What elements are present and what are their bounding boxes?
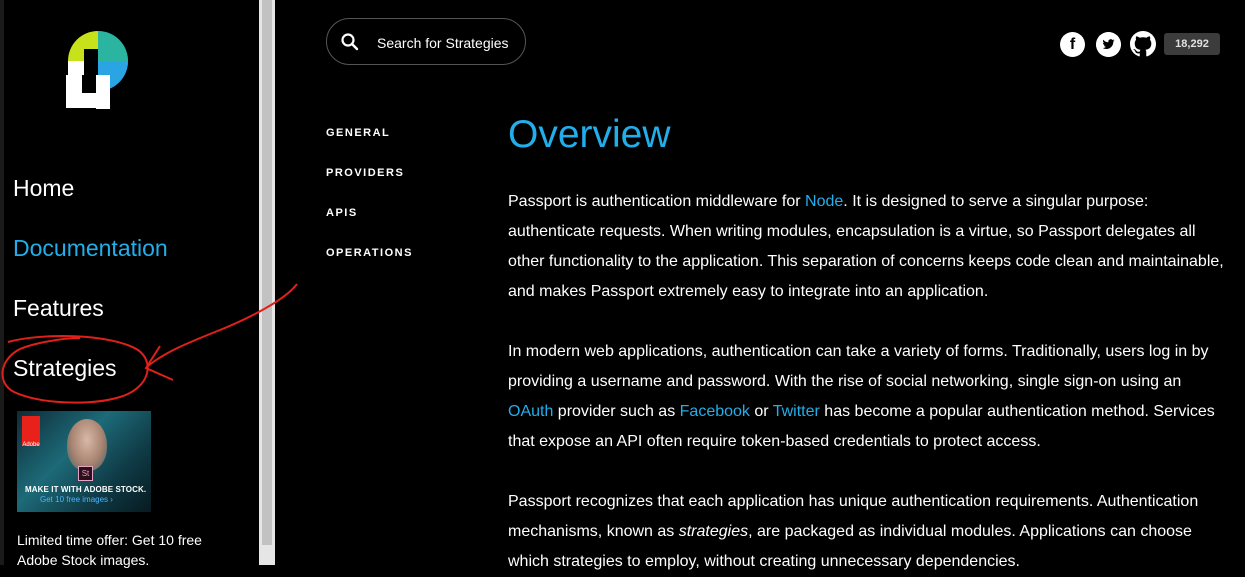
nav-item-strategies[interactable]: Strategies — [13, 355, 117, 382]
page-title: Overview — [508, 113, 671, 156]
facebook-icon[interactable]: f — [1060, 32, 1085, 57]
toc-general[interactable]: GENERAL — [326, 127, 390, 139]
adobe-stock-ad[interactable]: Adobe St MAKE IT WITH ADOBE STOCK. Get 1… — [17, 411, 151, 512]
toc-providers[interactable]: PROVIDERS — [326, 167, 404, 179]
toc-apis[interactable]: APIS — [326, 207, 358, 219]
nav-item-home[interactable]: Home — [13, 175, 74, 202]
ad-cta[interactable]: Get 10 free images › — [40, 495, 113, 504]
github-icon[interactable] — [1130, 31, 1156, 57]
p2-text-c: or — [749, 403, 773, 420]
sidebar-scrollbar[interactable] — [259, 0, 275, 565]
search-icon — [341, 33, 359, 51]
oauth-link[interactable]: OAuth — [508, 403, 553, 420]
offer-text[interactable]: Limited time offer: Get 10 free Adobe St… — [17, 530, 217, 570]
search-box[interactable] — [326, 18, 526, 65]
p2-text-a: In modern web applications, authenticati… — [508, 343, 1209, 390]
nav-item-features[interactable]: Features — [13, 295, 104, 322]
facebook-link[interactable]: Facebook — [680, 403, 750, 420]
toc-operations[interactable]: OPERATIONS — [326, 247, 413, 259]
nav-item-documentation[interactable]: Documentation — [13, 235, 168, 262]
p2-text-b: provider such as — [553, 403, 680, 420]
search-input[interactable] — [375, 31, 524, 55]
paragraph-forms: In modern web applications, authenticati… — [508, 337, 1226, 457]
ad-headline: MAKE IT WITH ADOBE STOCK. — [25, 485, 147, 494]
ad-image — [67, 419, 107, 471]
scrollbar-thumb[interactable] — [262, 0, 272, 545]
adobe-logo: Adobe — [22, 416, 40, 448]
p1-text-a: Passport is authentication middleware fo… — [508, 193, 806, 210]
sidebar: Home Documentation Features Strategies A… — [0, 0, 259, 568]
strategies-emphasis: strategies — [678, 523, 749, 540]
twitter-icon[interactable] — [1096, 32, 1121, 57]
paragraph-strategies: Passport recognizes that each applicatio… — [508, 487, 1226, 577]
stock-badge: St — [78, 466, 93, 481]
github-star-count[interactable]: 18,292 — [1164, 33, 1220, 55]
passport-logo[interactable] — [62, 27, 132, 109]
twitter-link[interactable]: Twitter — [773, 403, 820, 420]
paragraph-intro: Passport is authentication middleware fo… — [508, 187, 1226, 307]
node-link[interactable]: Node — [805, 193, 843, 210]
